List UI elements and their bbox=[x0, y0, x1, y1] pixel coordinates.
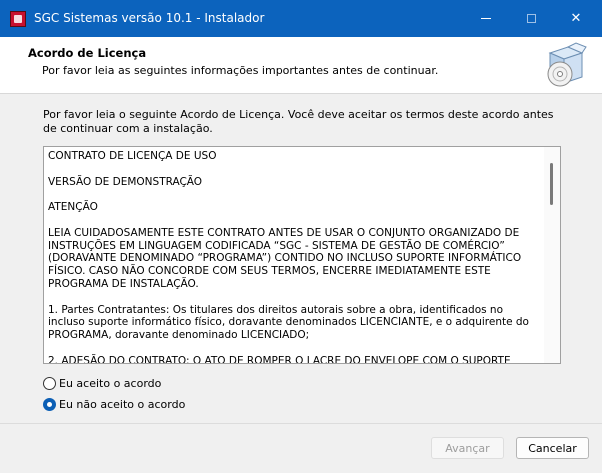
decline-option[interactable]: Eu não aceito o acordo bbox=[43, 398, 185, 411]
license-text: CONTRATO DE LICENÇA DE USO VERSÃO DE DEM… bbox=[48, 150, 529, 364]
license-instructions: Por favor leia o seguinte Acordo de Lice… bbox=[43, 108, 554, 135]
window-title: SGC Sistemas versão 10.1 - Instalador bbox=[34, 11, 265, 25]
next-button[interactable]: Avançar bbox=[431, 437, 504, 459]
minimize-button[interactable] bbox=[463, 0, 509, 37]
page-title: Acordo de Licença bbox=[28, 46, 147, 60]
minimize-icon bbox=[481, 18, 491, 19]
license-textbox[interactable]: CONTRATO DE LICENÇA DE USO VERSÃO DE DEM… bbox=[43, 146, 561, 364]
maximize-button bbox=[508, 0, 554, 37]
maximize-icon bbox=[526, 14, 536, 23]
scrollbar-thumb[interactable] bbox=[550, 163, 553, 205]
install-box-disc-icon bbox=[547, 42, 587, 87]
license-scrollbar[interactable] bbox=[544, 147, 560, 363]
decline-label[interactable]: Eu não aceito o acordo bbox=[59, 398, 185, 411]
accept-label[interactable]: Eu aceito o acordo bbox=[59, 377, 161, 390]
page-subtitle: Por favor leia as seguintes informações … bbox=[42, 64, 439, 77]
close-icon: ✕ bbox=[570, 11, 582, 26]
wizard-content: Por favor leia o seguinte Acordo de Lice… bbox=[0, 94, 602, 423]
accept-option[interactable]: Eu aceito o acordo bbox=[43, 377, 161, 390]
title-bar[interactable]: SGC Sistemas versão 10.1 - Instalador ✕ bbox=[0, 0, 602, 37]
wizard-header: Acordo de Licença Por favor leia as segu… bbox=[0, 37, 602, 94]
decline-radio[interactable] bbox=[43, 398, 56, 411]
cancel-button[interactable]: Cancelar bbox=[516, 437, 589, 459]
app-icon bbox=[10, 11, 26, 27]
wizard-footer: Avançar Cancelar bbox=[0, 423, 602, 473]
accept-radio[interactable] bbox=[43, 377, 56, 390]
close-button[interactable]: ✕ bbox=[553, 0, 599, 37]
